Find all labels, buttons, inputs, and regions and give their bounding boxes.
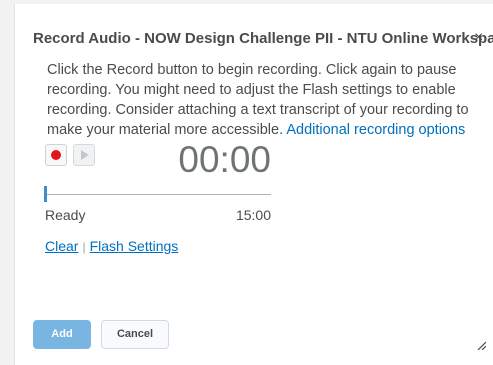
cancel-button[interactable]: Cancel: [101, 320, 169, 349]
record-audio-dialog: [14, 4, 493, 365]
recorder-links: Clear | Flash Settings: [45, 238, 178, 254]
play-button[interactable]: [73, 144, 95, 166]
instructions-text: Click the Record button to begin recordi…: [47, 60, 487, 140]
add-button[interactable]: Add: [33, 320, 91, 349]
progress-handle[interactable]: [44, 186, 47, 202]
clear-link[interactable]: Clear: [45, 238, 78, 254]
record-button[interactable]: [45, 144, 67, 166]
recorder-status: Ready: [45, 207, 86, 223]
dialog-title: Record Audio - NOW Design Challenge PII …: [33, 30, 493, 47]
flash-settings-link[interactable]: Flash Settings: [90, 238, 179, 254]
close-icon[interactable]: ×: [474, 29, 483, 47]
progress-track[interactable]: [45, 194, 271, 195]
play-icon: [81, 150, 89, 160]
max-duration: 15:00: [235, 207, 271, 223]
recording-timer: 00:00: [178, 139, 271, 180]
additional-recording-options-link[interactable]: Additional recording options: [286, 122, 465, 138]
resize-handle-icon[interactable]: [476, 340, 486, 350]
record-icon: [51, 150, 61, 160]
link-separator: |: [82, 240, 86, 254]
